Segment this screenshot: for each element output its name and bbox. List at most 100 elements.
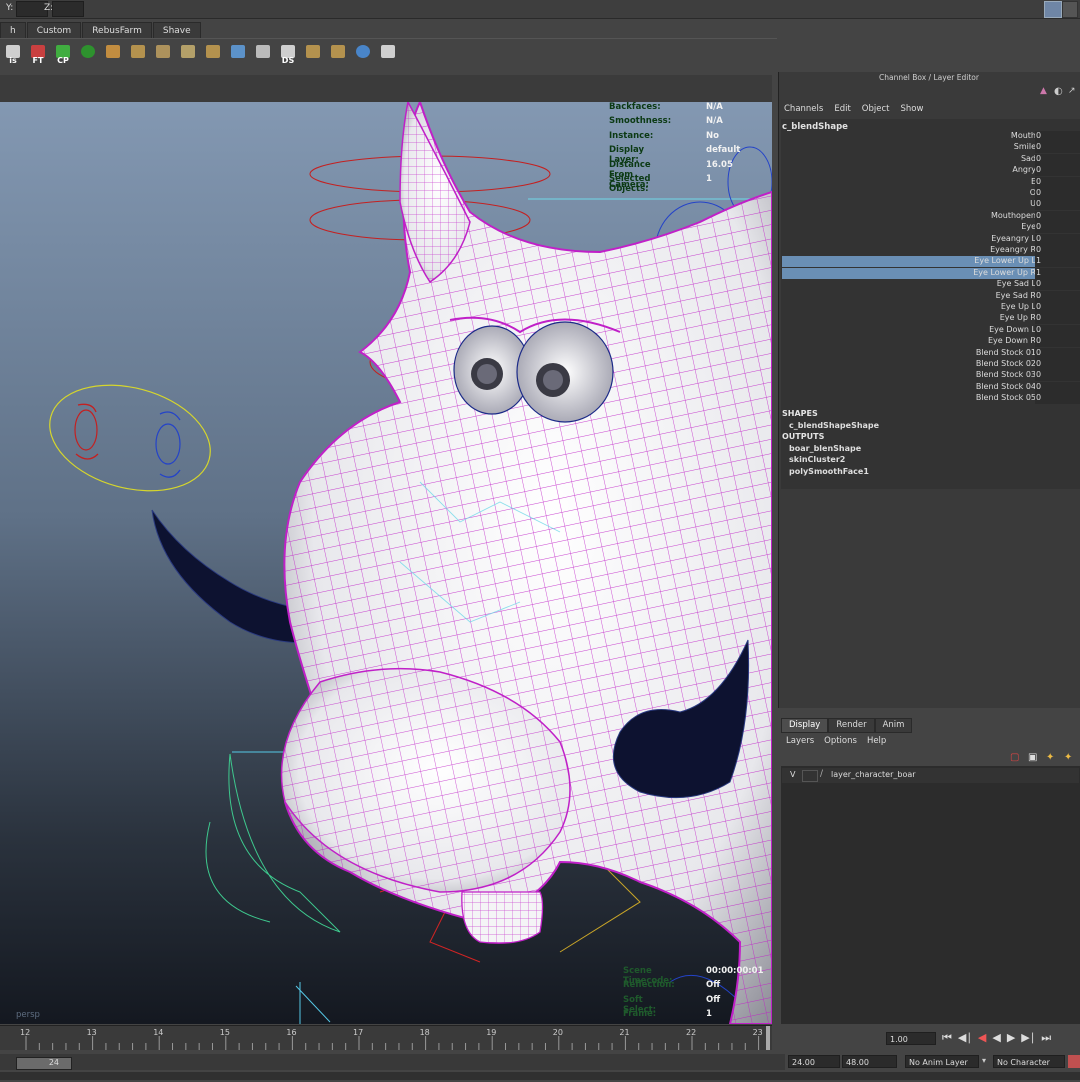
channel-row[interactable]: O0: [782, 188, 1080, 199]
shape-node[interactable]: c_blendShapeShape: [789, 421, 879, 430]
arc-shelf-icon[interactable]: [352, 43, 374, 65]
go-to-start-icon[interactable]: ⏮: [942, 1031, 952, 1045]
play-forward-icon[interactable]: ▶: [1007, 1031, 1015, 1045]
curve-shelf-icon[interactable]: [327, 43, 349, 65]
add-to-layer-icon[interactable]: ✦: [1046, 752, 1054, 763]
display-toggle-icon[interactable]: ◐: [1054, 86, 1063, 97]
ds-shelf-icon[interactable]: DS: [277, 43, 299, 65]
tab-render[interactable]: Render: [828, 718, 875, 733]
channel-value-field[interactable]: 0: [1035, 165, 1080, 177]
channel-row[interactable]: Angry 0: [782, 165, 1080, 177]
cp-shelf-icon[interactable]: CP: [52, 43, 74, 65]
layer-options-icon[interactable]: ✦: [1064, 752, 1072, 763]
channel-row[interactable]: Eyeangry L0: [782, 233, 1080, 245]
cloth-shelf-icon[interactable]: [152, 43, 174, 65]
end-time-field[interactable]: 24.00: [788, 1055, 840, 1068]
channel-value-field[interactable]: 0: [1035, 279, 1080, 291]
channel-row[interactable]: Eye Down R0: [782, 336, 1080, 348]
channel-row[interactable]: Eye Sad L0: [782, 279, 1080, 291]
channel-value-field[interactable]: 0: [1035, 393, 1080, 405]
anim-layer-dropdown[interactable]: No Anim Layer: [905, 1055, 979, 1068]
channel-row[interactable]: Eye 0: [782, 222, 1080, 234]
channel-value-field[interactable]: 0: [1035, 131, 1080, 142]
channel-row[interactable]: Eye Lower Up L1: [782, 256, 1080, 268]
layer-name[interactable]: layer_character_boar: [831, 770, 916, 779]
channel-row[interactable]: E0: [782, 176, 1080, 188]
go-to-end-icon[interactable]: ⏭: [1041, 1031, 1051, 1045]
channel-value-field[interactable]: 0: [1035, 222, 1080, 234]
channel-value-field[interactable]: 0: [1035, 324, 1080, 336]
channel-row[interactable]: Eye Up L0: [782, 302, 1080, 313]
menu-options[interactable]: Options: [824, 736, 857, 746]
pen-shelf-icon[interactable]: [302, 43, 324, 65]
paint-shelf-icon[interactable]: [102, 43, 124, 65]
channel-value-field[interactable]: 0: [1035, 313, 1080, 325]
channel-row[interactable]: Blend Stock 03 0: [782, 370, 1080, 382]
menu-show[interactable]: Show: [900, 104, 923, 114]
range-slider-track[interactable]: [0, 1054, 785, 1070]
dropdown-arrow-icon[interactable]: ▾: [982, 1056, 986, 1065]
channel-row[interactable]: Eye Down L0: [782, 324, 1080, 336]
comb-shelf-icon[interactable]: [377, 43, 399, 65]
channel-value-field[interactable]: 0: [1035, 302, 1080, 313]
channel-row[interactable]: Blend Stock 04 0: [782, 381, 1080, 393]
channel-value-field[interactable]: 0: [1035, 153, 1080, 165]
is-shelf-icon[interactable]: is: [2, 43, 24, 65]
layer-color-icon[interactable]: ∕: [820, 769, 823, 779]
tab-display[interactable]: Display: [781, 718, 829, 733]
z-field[interactable]: [52, 1, 84, 17]
channel-value-field[interactable]: 0: [1035, 245, 1080, 256]
play-backward-icon[interactable]: ◀: [992, 1031, 1000, 1045]
channel-value-field[interactable]: 1: [1035, 256, 1080, 268]
channel-row[interactable]: U0: [782, 199, 1080, 211]
channel-value-field[interactable]: 0: [1035, 176, 1080, 188]
brush-shelf-icon[interactable]: [252, 43, 274, 65]
anim-end-field[interactable]: 48.00: [842, 1055, 897, 1068]
channel-row[interactable]: Eye Lower Up R1: [782, 267, 1080, 279]
shelf-tab-rebusfarm[interactable]: RebusFarm: [82, 22, 152, 39]
channel-row[interactable]: Blend Stock 05 0: [782, 393, 1080, 405]
new-layer-icon[interactable]: ▢: [1010, 752, 1019, 763]
shelf-tab-shave[interactable]: Shave: [152, 22, 201, 39]
channel-value-field[interactable]: 0: [1035, 381, 1080, 393]
channel-row[interactable]: Mouthopen 0: [782, 210, 1080, 222]
character-set-dropdown[interactable]: No Character Set: [993, 1055, 1065, 1080]
layer-row[interactable]: V ∕ layer_character_boar: [782, 768, 1079, 783]
key-icon[interactable]: ▲: [1040, 86, 1047, 96]
step-back-key-icon[interactable]: ◀: [978, 1031, 986, 1045]
channel-value-field[interactable]: 0: [1035, 290, 1080, 302]
grid-shelf-icon[interactable]: [177, 43, 199, 65]
channel-value-field[interactable]: 0: [1035, 359, 1080, 370]
panel-layout-icon[interactable]: [1044, 1, 1062, 18]
channel-value-field[interactable]: 0: [1035, 142, 1080, 154]
channel-value-field[interactable]: 0: [1035, 370, 1080, 382]
current-frame-field[interactable]: 1.00: [886, 1032, 936, 1045]
menu-layers[interactable]: Layers: [786, 736, 814, 746]
channel-row[interactable]: Sad 0: [782, 153, 1080, 165]
channel-value-field[interactable]: 0: [1035, 210, 1080, 222]
channel-row[interactable]: Eye Up R0: [782, 313, 1080, 325]
cube-shelf-icon[interactable]: [227, 43, 249, 65]
toolbox-icon[interactable]: [1062, 1, 1078, 18]
channel-value-field[interactable]: 0: [1035, 233, 1080, 245]
channel-row[interactable]: Blend Stock 02 0: [782, 359, 1080, 370]
output-node-1[interactable]: boar_blenShape: [789, 444, 861, 453]
channel-value-field[interactable]: 0: [1035, 188, 1080, 199]
menu-object[interactable]: Object: [862, 104, 890, 114]
shelf-tab-h[interactable]: h: [0, 22, 26, 39]
layer-visibility-toggle[interactable]: V: [790, 770, 795, 779]
mesh-shelf-icon[interactable]: [127, 43, 149, 65]
channel-value-field[interactable]: 1: [1035, 267, 1080, 279]
menu-help[interactable]: Help: [867, 736, 886, 746]
channel-row[interactable]: Eye Sad R0: [782, 290, 1080, 302]
channel-row[interactable]: Mouth 0: [782, 131, 1080, 142]
layer-display-type-toggle[interactable]: [802, 770, 818, 782]
perspective-viewport[interactable]: [0, 102, 772, 1024]
channel-value-field[interactable]: 0: [1035, 347, 1080, 359]
shelf-tab-custom[interactable]: Custom: [26, 22, 82, 39]
hair-shelf-icon[interactable]: [202, 43, 224, 65]
step-forward-icon[interactable]: ▶∣: [1021, 1031, 1035, 1045]
output-node-3[interactable]: polySmoothFace1: [789, 467, 869, 476]
play-shelf-icon[interactable]: [77, 43, 99, 65]
channel-row[interactable]: Eyeangry R0: [782, 245, 1080, 256]
